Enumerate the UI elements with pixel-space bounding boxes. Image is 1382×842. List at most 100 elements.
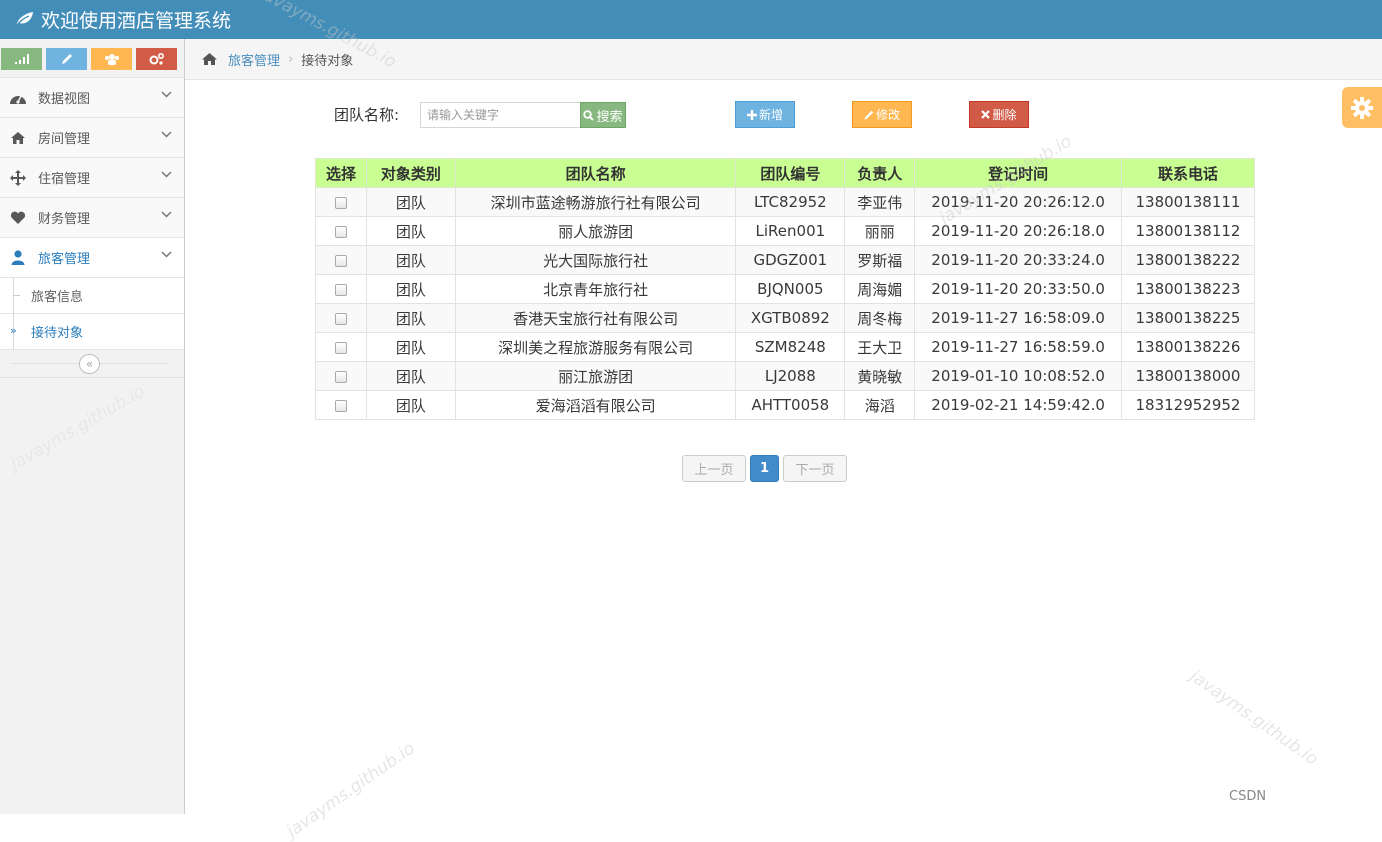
table-row[interactable]: 团队 丽人旅游团 LiRen001 丽丽 2019-11-20 20:26:18…	[315, 216, 1255, 246]
row-checkbox[interactable]	[334, 254, 347, 267]
cell-phone: 13800138223	[1121, 274, 1255, 304]
row-checkbox[interactable]	[334, 312, 347, 325]
breadcrumb-current: 接待对象	[301, 53, 354, 69]
cell-type: 团队	[365, 187, 456, 217]
row-checkbox[interactable]	[334, 341, 347, 354]
sidebar-shortcuts	[0, 39, 184, 77]
cell-type: 团队	[365, 245, 456, 275]
sidebar-item-label: 住宿管理	[38, 172, 91, 187]
pagination-page-1[interactable]: 1	[750, 455, 779, 482]
home-icon[interactable]	[201, 52, 218, 66]
submenu-item-label: 接待对象	[31, 326, 84, 341]
close-icon	[981, 110, 991, 119]
delete-button-label: 删除	[992, 108, 1017, 122]
sidebar-item-room-management[interactable]: 房间管理	[0, 117, 184, 157]
search-button-label: 搜索	[596, 109, 623, 125]
shortcut-stats-button[interactable]	[1, 48, 42, 70]
table-row[interactable]: 团队 丽江旅游团 LJ2088 黄晓敏 2019-01-10 10:08:52.…	[315, 361, 1255, 391]
cell-type: 团队	[365, 216, 456, 246]
table-row[interactable]: 团队 爱海滔滔有限公司 AHTT0058 海滔 2019-02-21 14:59…	[315, 390, 1255, 420]
team-name-label: 团队名称:	[334, 106, 400, 124]
cell-team-code: GDGZ001	[735, 245, 846, 275]
chevron-down-icon	[161, 131, 172, 138]
cell-registered-at: 2019-02-21 14:59:42.0	[914, 390, 1122, 420]
column-header-phone: 联系电话	[1121, 158, 1255, 188]
pencil-icon	[864, 110, 874, 119]
dashboard-icon	[8, 90, 28, 106]
row-checkbox[interactable]	[334, 283, 347, 296]
submenu-item-reception-targets[interactable]: » 接待对象	[0, 314, 184, 350]
chevron-down-icon	[161, 211, 172, 218]
breadcrumb-link-guest-management[interactable]: 旅客管理	[228, 50, 280, 69]
cell-registered-at: 2019-01-10 10:08:52.0	[914, 361, 1122, 391]
cell-team-code: LiRen001	[735, 216, 846, 246]
table-row[interactable]: 团队 香港天宝旅行社有限公司 XGTB0892 周冬梅 2019-11-27 1…	[315, 303, 1255, 333]
row-checkbox[interactable]	[334, 370, 347, 383]
cell-team-name: 丽人旅游团	[454, 216, 737, 246]
cell-type: 团队	[365, 390, 456, 420]
table-row[interactable]: 团队 光大国际旅行社 GDGZ001 罗斯福 2019-11-20 20:33:…	[315, 245, 1255, 275]
cell-registered-at: 2019-11-20 20:33:50.0	[914, 274, 1122, 304]
cell-registered-at: 2019-11-27 16:58:59.0	[914, 332, 1122, 362]
search-button[interactable]: 搜索	[580, 102, 626, 128]
row-checkbox[interactable]	[334, 225, 347, 238]
cell-leader: 王大卫	[844, 332, 916, 362]
settings-toggle-button[interactable]	[1342, 87, 1382, 128]
cell-leader: 周冬梅	[844, 303, 916, 333]
sidebar-item-label: 房间管理	[38, 132, 91, 147]
search-input[interactable]	[420, 102, 581, 128]
cell-team-code: AHTT0058	[735, 390, 846, 420]
cell-team-code: SZM8248	[735, 332, 846, 362]
pagination-prev-button[interactable]: 上一页	[682, 455, 746, 482]
sidebar-item-data-view[interactable]: 数据视图	[0, 77, 184, 117]
cell-type: 团队	[365, 361, 456, 391]
chevron-down-icon	[161, 251, 172, 258]
sidebar-collapse-button[interactable]: «	[79, 354, 100, 374]
cell-registered-at: 2019-11-20 20:33:24.0	[914, 245, 1122, 275]
sidebar-item-finance-management[interactable]: 财务管理	[0, 197, 184, 237]
search-icon	[583, 109, 595, 121]
csdn-watermark: CSDN	[1229, 789, 1267, 804]
pencil-icon	[61, 54, 72, 64]
brand[interactable]: 欢迎使用酒店管理系统	[14, 6, 231, 32]
submenu-item-guest-info[interactable]: 旅客信息	[0, 278, 184, 314]
home-icon	[8, 130, 28, 146]
delete-button[interactable]: 删除	[969, 101, 1029, 128]
chevron-down-icon	[161, 171, 172, 178]
cell-leader: 丽丽	[844, 216, 916, 246]
cell-team-name: 深圳美之程旅游服务有限公司	[454, 332, 737, 362]
sidebar-item-guest-management[interactable]: 旅客管理	[0, 237, 184, 277]
gear-icon	[1351, 96, 1373, 119]
shortcut-edit-button[interactable]	[46, 48, 87, 70]
table-row[interactable]: 团队 北京青年旅行社 BJQN005 周海媚 2019-11-20 20:33:…	[315, 274, 1255, 304]
cell-leader: 周海媚	[844, 274, 916, 304]
sidebar-collapse-bar: «	[0, 350, 184, 378]
edit-button[interactable]: 修改	[852, 101, 912, 128]
cell-type: 团队	[365, 274, 456, 304]
sidebar-item-label: 旅客管理	[38, 252, 91, 267]
cell-phone: 13800138000	[1121, 361, 1255, 391]
cell-leader: 罗斯福	[844, 245, 916, 275]
cell-type: 团队	[365, 303, 456, 333]
cell-team-name: 北京青年旅行社	[454, 274, 737, 304]
pagination-next-button[interactable]: 下一页	[783, 455, 847, 482]
user-icon	[8, 250, 28, 266]
cell-phone: 13800138111	[1121, 187, 1255, 217]
row-checkbox[interactable]	[334, 399, 347, 412]
cell-team-name: 爱海滔滔有限公司	[454, 390, 737, 420]
cell-leader: 黄晓敏	[844, 361, 916, 391]
sidebar-item-lodging-management[interactable]: 住宿管理	[0, 157, 184, 197]
cell-phone: 13800138225	[1121, 303, 1255, 333]
chevron-down-icon	[161, 91, 172, 98]
shortcut-settings-button[interactable]	[136, 48, 177, 70]
cell-team-code: BJQN005	[735, 274, 846, 304]
shortcut-users-button[interactable]	[91, 48, 132, 70]
app-title: 欢迎使用酒店管理系统	[41, 9, 232, 32]
add-button[interactable]: 新增	[735, 101, 795, 128]
sidebar: 数据视图 房间管理 住宿管理 财务管理 旅客管理 旅客信息 » 接待对象 «	[0, 39, 185, 814]
table-row[interactable]: 团队 深圳市蓝途畅游旅行社有限公司 LTC82952 李亚伟 2019-11-2…	[315, 187, 1255, 217]
table-row[interactable]: 团队 深圳美之程旅游服务有限公司 SZM8248 王大卫 2019-11-27 …	[315, 332, 1255, 362]
row-checkbox[interactable]	[334, 196, 347, 209]
submenu-item-label: 旅客信息	[31, 290, 84, 305]
add-button-label: 新增	[758, 108, 783, 122]
